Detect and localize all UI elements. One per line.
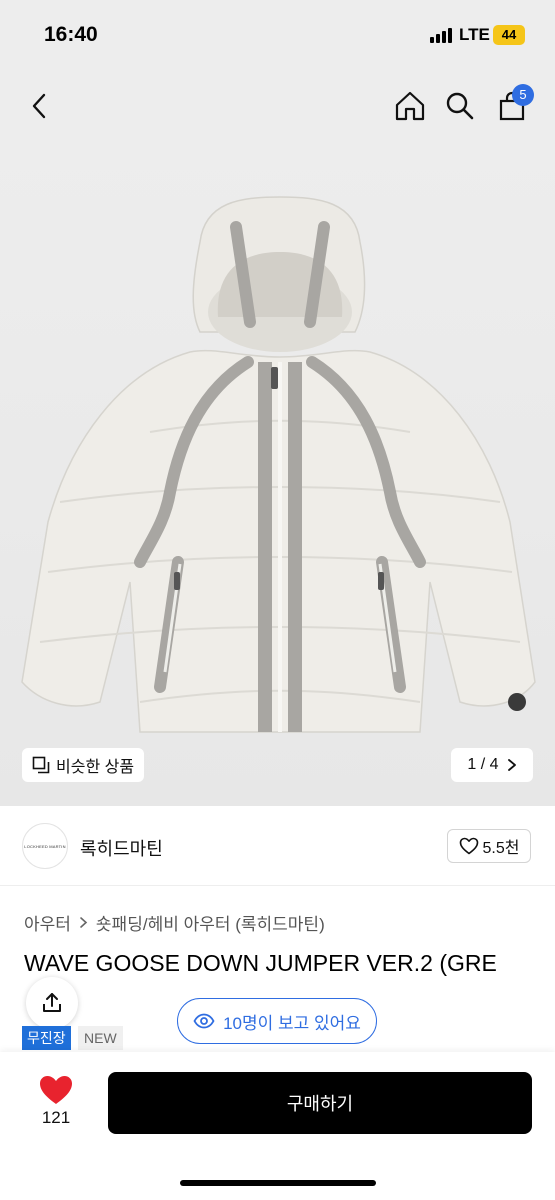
status-time: 16:40 [44,23,98,46]
breadcrumb-sub[interactable]: 숏패딩/헤비 아우터 (록히드마틴) [96,910,325,935]
product-title-container: WAVE GOOSE DOWN JUMPER VER.2 (GRE [0,946,555,980]
new-tag: NEW [78,1026,123,1050]
back-button[interactable] [20,86,60,126]
store-tag: 무진장 [22,1026,71,1050]
share-button[interactable] [26,977,78,1029]
similar-products-label: 비슷한 상품 [56,759,135,776]
eye-icon [193,1013,215,1029]
similar-products-button[interactable]: 비슷한 상품 [22,748,145,782]
signal-icon [430,28,452,43]
bottom-action-bar: 121 구매하기 [0,1052,555,1200]
like-count: 121 [41,1108,71,1127]
battery-icon: 44 [493,25,525,45]
brand-logo-text: LOCKHEED MARTIN [24,843,66,849]
buy-button-label: 구매하기 [286,1094,354,1114]
breadcrumb-main[interactable]: 아우터 [24,910,71,935]
chevron-left-icon [32,93,46,119]
share-icon [43,993,61,1012]
heart-outline-icon [459,837,478,855]
heart-filled-icon [40,1076,72,1104]
viewers-indicator: 10명이 보고 있어요 [177,998,377,1044]
brand-like-button[interactable]: 5.5천 [447,829,531,863]
like-button[interactable] [38,1074,74,1111]
breadcrumb: 아우터 숏패딩/헤비 아우터 (록히드마틴) [24,910,325,935]
viewers-label: 10명이 보고 있어요 [223,1013,361,1033]
product-image-gallery[interactable]: 비슷한 상품 1 / 4 [0,142,555,806]
cart-count-badge: 5 [512,84,534,106]
search-icon [446,92,474,120]
home-icon [395,91,425,121]
product-title: WAVE GOOSE DOWN JUMPER VER.2 (GRE [24,950,497,976]
product-image [21,196,536,733]
pager-text: 1 / 4 [467,756,499,773]
chevron-right-icon [80,917,88,928]
buy-button[interactable]: 구매하기 [108,1072,532,1134]
status-bar: 16:40 LTE 44 [0,0,555,72]
cart-button[interactable]: 5 [492,84,534,126]
top-nav: 5 [0,72,555,142]
search-button[interactable] [440,86,480,126]
chevron-right-icon [507,759,516,771]
home-button[interactable] [390,86,430,126]
network-label: LTE [459,25,490,44]
similar-items-icon [32,756,50,774]
brand-logo[interactable]: LOCKHEED MARTIN [22,823,68,869]
brand-like-count: 5.5천 [482,840,520,857]
home-indicator [180,1180,376,1186]
brand-name[interactable]: 록히드마틴 [80,835,163,861]
brand-row: LOCKHEED MARTIN 록히드마틴 5.5천 [0,806,555,886]
image-pager[interactable]: 1 / 4 [451,748,533,782]
